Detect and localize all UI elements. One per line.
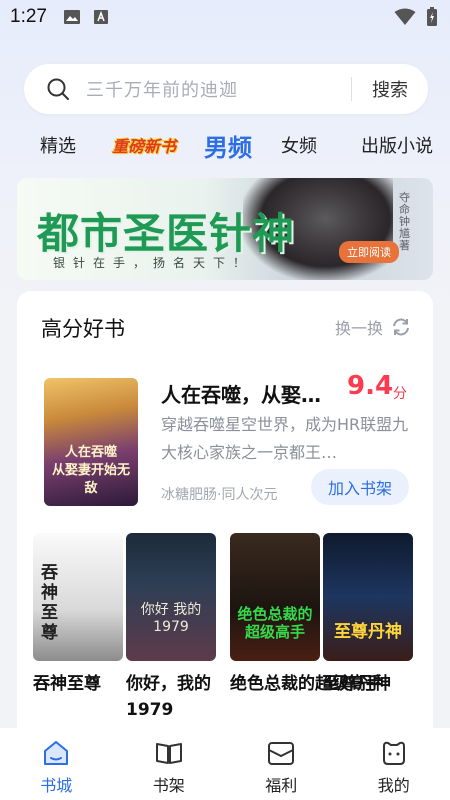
book-cover-text: 吞神至尊 bbox=[41, 563, 58, 643]
envelope-icon bbox=[268, 742, 295, 765]
book-description: 穿越吞噬星空世界，成为HR联盟九大核心家族之一京都王… bbox=[161, 415, 409, 462]
book-title[interactable]: 你好，我的1979 bbox=[126, 671, 220, 723]
book-cover-text: 至尊丹神 bbox=[334, 622, 402, 642]
book-cover-text: 绝色总裁的超级高手 bbox=[237, 605, 313, 641]
score-unit: 分 bbox=[393, 386, 407, 402]
bookstore-icon bbox=[44, 741, 69, 765]
banner-author: 夺命钟馗著 bbox=[399, 191, 410, 252]
featured-cover-text: 人在吞噬 从娶妻开始无敌 bbox=[51, 445, 130, 496]
profile-icon bbox=[382, 741, 405, 765]
nav-welfare[interactable]: 福利 bbox=[225, 728, 338, 800]
book-title[interactable]: 吞神至尊 bbox=[33, 671, 127, 697]
banner-title: 都市圣医针神 bbox=[37, 209, 296, 258]
nav-label: 书架 bbox=[152, 776, 185, 795]
search-bar[interactable]: 三千万年前的迪迦 搜索 bbox=[24, 64, 428, 114]
nav-label: 福利 bbox=[265, 776, 298, 795]
book-cover[interactable]: 绝色总裁的超级高手 bbox=[230, 533, 320, 661]
book-cover[interactable]: 至尊丹神 bbox=[323, 533, 413, 661]
search-icon bbox=[47, 78, 69, 100]
refresh-button[interactable]: 换一换 bbox=[335, 315, 411, 339]
high-score-books-card: 高分好书 换一换 人在吞噬 从娶妻开始无敌 人在吞噬，从娶… 9.4 分 穿越吞… bbox=[17, 291, 433, 741]
image-icon bbox=[63, 10, 80, 24]
add-to-shelf-button[interactable]: 加入书架 bbox=[311, 469, 409, 505]
book-title[interactable]: 至尊丹神 bbox=[323, 671, 417, 697]
book-icon bbox=[155, 743, 182, 764]
tab-male[interactable]: 男频 bbox=[204, 128, 252, 163]
book-cover-text: 你好 我的1979 bbox=[140, 602, 202, 635]
battery-icon bbox=[427, 7, 437, 26]
book-score: 9.4 bbox=[347, 371, 394, 401]
search-button[interactable]: 搜索 bbox=[352, 76, 428, 102]
search-input[interactable]: 三千万年前的迪迦 bbox=[86, 76, 351, 102]
book-meta: 冰糖肥肠·同人次元 bbox=[161, 487, 278, 503]
tab-featured[interactable]: 精选 bbox=[40, 132, 76, 158]
book-cover[interactable]: 你好 我的1979 bbox=[126, 533, 216, 661]
tab-female[interactable]: 女频 bbox=[281, 132, 317, 158]
refresh-label: 换一换 bbox=[334, 319, 383, 338]
banner-read-button[interactable]: 立即阅读 bbox=[339, 241, 399, 263]
nav-bookshelf[interactable]: 书架 bbox=[113, 728, 226, 800]
section-title: 高分好书 bbox=[41, 317, 125, 341]
nav-label: 我的 bbox=[377, 776, 410, 795]
featured-book-cover[interactable]: 人在吞噬 从娶妻开始无敌 bbox=[44, 378, 138, 506]
font-icon bbox=[93, 10, 108, 24]
category-tabs: 精选 男频 女频 出版小说 bbox=[0, 124, 450, 166]
banner-subtitle: 银针在手，扬名天下！ bbox=[53, 256, 254, 270]
status-bar: 1:27 bbox=[0, 0, 450, 34]
nav-label: 书城 bbox=[40, 776, 73, 795]
book-cover[interactable]: 吞神至尊 bbox=[33, 533, 123, 661]
nav-bookstore[interactable]: 书城 bbox=[0, 728, 113, 800]
bottom-nav: 书城 书架 福利 我的 bbox=[0, 728, 450, 800]
nav-profile[interactable]: 我的 bbox=[338, 728, 450, 800]
tab-new-books[interactable]: 重磅新书 bbox=[112, 133, 176, 157]
promo-banner[interactable]: 都市圣医针神 银针在手，扬名天下！ 夺命钟馗著 立即阅读 bbox=[17, 178, 433, 280]
featured-book-title[interactable]: 人在吞噬，从娶… bbox=[161, 379, 321, 408]
status-time: 1:27 bbox=[10, 6, 47, 27]
wifi-icon bbox=[394, 8, 416, 25]
refresh-icon bbox=[393, 318, 409, 336]
tab-published[interactable]: 出版小说 bbox=[361, 132, 433, 158]
